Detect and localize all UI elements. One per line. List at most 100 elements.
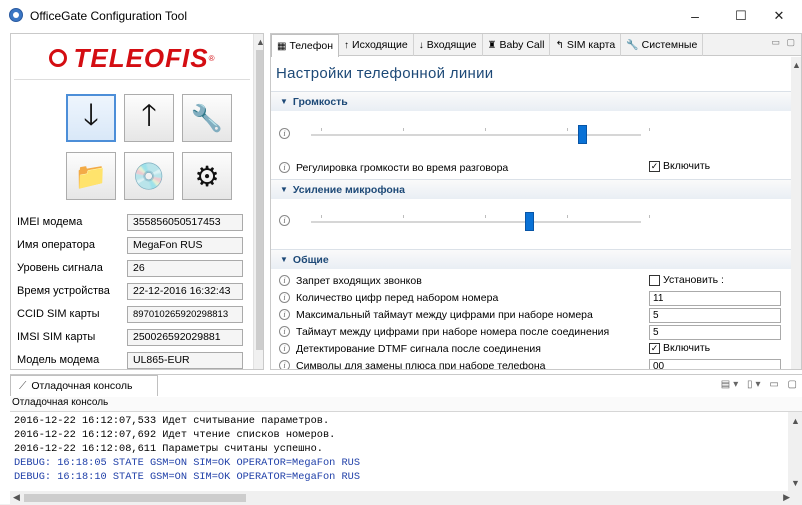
info-icon: i <box>279 292 290 303</box>
info-row-ccid: CCID SIM карты 89701026592029881​3 <box>15 303 251 325</box>
info-icon: i <box>279 326 290 337</box>
info-row-imei: IMEI модема 355856050517453 <box>15 211 251 233</box>
imsi-field[interactable]: 250026592029881 <box>127 328 243 346</box>
disc-button[interactable]: 💿 <box>124 152 174 200</box>
general-row-max-timeout: i Максимальный таймаут между цифрами при… <box>279 306 789 323</box>
folder-button[interactable]: 📁 <box>66 152 116 200</box>
scroll-up-icon[interactable]: ▲ <box>791 416 800 426</box>
tab-system[interactable]: 🔧 Системные <box>621 34 704 56</box>
operator-field[interactable]: MegaFon RUS <box>127 236 243 254</box>
volume-toggle-label: Регулировка громкости во время разговора <box>296 161 509 174</box>
volume-slider-thumb[interactable] <box>577 125 587 144</box>
volume-enable-checkbox[interactable]: ✓ Включить <box>649 160 710 172</box>
setting-label: Таймаут между цифрами при наборе номера … <box>296 325 610 338</box>
log-line: 2016-12-22 16:12:08,611 Параметры считан… <box>14 443 323 455</box>
ccid-field[interactable]: 89701026592029881​3 <box>127 305 243 323</box>
wrench-button[interactable]: 🔧 <box>182 94 232 142</box>
phone-grid-icon: ▦ <box>277 40 287 52</box>
console-toolbar-icons[interactable]: ▤▾ ▯▾ ▭ ▢ <box>721 379 800 390</box>
scroll-right-icon[interactable]: ▶ <box>783 492 790 503</box>
logo-registered-mark: ® <box>208 53 215 63</box>
settings-panel: ▦ Телефон ↑ Исходящие ↓ Входящие ♜ Baby … <box>270 33 802 370</box>
section-title: Усиление микрофона <box>292 183 405 196</box>
tab-baby-call[interactable]: ♜ Baby Call <box>483 34 551 56</box>
settings-button[interactable]: ⚙ <box>182 152 232 200</box>
volume-toggle-row: i Регулировка громкости во время разгово… <box>279 159 789 176</box>
app-icon <box>9 8 23 22</box>
log-line: DEBUG: 16:18:10 STATE GSM=ON SIM=OK OPER… <box>14 471 361 483</box>
log-line: 2016-12-22 16:12:07,692 Идет чтение спис… <box>14 429 336 441</box>
section-title: Общие <box>292 253 329 266</box>
panel-minmax-icon[interactable]: ▭ ▢ <box>771 37 797 48</box>
tab-sim-card[interactable]: ↰ SIM карта <box>550 34 622 56</box>
mic-slider-track[interactable] <box>311 221 641 223</box>
checkbox-unchecked-icon <box>649 274 660 286</box>
info-row-signal: Уровень сигнала 26 <box>15 257 251 279</box>
download-arrow-icon: 🡓 <box>83 98 99 132</box>
tab-label: Исходящие <box>352 39 408 51</box>
info-icon: i <box>279 309 290 320</box>
info-label: IMSI SIM карты <box>17 331 96 343</box>
slider-tick <box>567 128 568 131</box>
modem-model-field[interactable]: UL865-EUR <box>127 351 243 369</box>
wrench-icon: 🔧 <box>626 39 639 51</box>
info-icon: i <box>279 128 290 139</box>
dtmf-enable-checkbox[interactable]: ✓ Включить <box>649 342 710 354</box>
console-output[interactable]: 2016-12-22 16:12:07,533 Идет считывание … <box>10 412 788 491</box>
section-volume-header[interactable]: ▼ Громкость <box>271 91 791 111</box>
outgoing-arrow-icon: ↑ <box>344 39 350 51</box>
settings-scrollbar[interactable]: ▲ <box>791 57 801 369</box>
window-title: OfficeGate Configuration Tool <box>30 9 187 23</box>
download-button[interactable]: 🡓 <box>66 94 116 142</box>
scroll-thumb[interactable] <box>256 50 263 350</box>
max-timeout-input[interactable]: 5 <box>649 308 781 323</box>
signal-field[interactable]: 26 <box>127 259 243 277</box>
info-icon: i <box>279 360 290 369</box>
info-label: Имя оператора <box>17 239 95 251</box>
plus-replace-input[interactable]: 00 <box>649 359 781 369</box>
scroll-left-icon[interactable]: ◀ <box>13 492 20 503</box>
close-button[interactable]: ✕ <box>756 0 802 31</box>
mic-slider-thumb[interactable] <box>524 212 534 231</box>
minimize-button[interactable]: – <box>672 0 718 31</box>
scroll-down-icon[interactable]: ▼ <box>791 478 800 488</box>
section-mic-header[interactable]: ▼ Усиление микрофона <box>271 179 791 199</box>
digit-count-input[interactable]: 11 <box>649 291 781 306</box>
scroll-up-icon[interactable]: ▲ <box>256 37 263 47</box>
tab-debug-console[interactable]: ⟋ Отладочная консоль <box>10 375 158 396</box>
info-label: Модель модема <box>17 354 100 366</box>
info-label: CCID SIM карты <box>17 308 100 320</box>
incoming-arrow-icon: ↓ <box>418 39 424 51</box>
section-general-header[interactable]: ▼ Общие <box>271 249 791 269</box>
block-incoming-checkbox[interactable]: Установить : <box>649 274 724 286</box>
log-line: DEBUG: 16:18:05 STATE GSM=ON SIM=OK OPER… <box>14 457 361 469</box>
slider-tick <box>321 215 322 218</box>
checkbox-label: Включить <box>663 160 711 172</box>
checkbox-label: Включить <box>663 342 711 354</box>
console-vertical-scrollbar[interactable]: ▲ ▼ <box>788 412 802 491</box>
console-heading: Отладочная консоль <box>10 397 802 412</box>
checkbox-label: Установить : <box>663 274 724 286</box>
log-line: 2016-12-22 16:12:07,533 Идет считывание … <box>14 415 330 427</box>
upload-button[interactable]: 🡑 <box>124 94 174 142</box>
general-row-block-incoming: i Запрет входящих звонков Установить : <box>279 272 789 289</box>
gears-icon: ⚙ <box>194 160 220 192</box>
tab-label: Отладочная консоль <box>31 380 133 392</box>
volume-slider-track[interactable] <box>311 134 641 136</box>
tab-incoming[interactable]: ↓ Входящие <box>414 34 483 56</box>
tab-label: Телефон <box>289 40 334 52</box>
tab-phone[interactable]: ▦ Телефон <box>271 34 340 57</box>
info-row-imsi: IMSI SIM карты 250026592029881 <box>15 326 251 348</box>
device-time-field[interactable]: 22-12-2016 16:32:43 <box>127 282 243 300</box>
tab-outgoing[interactable]: ↑ Исходящие <box>339 34 414 56</box>
console-icon: ⟋ <box>19 379 27 392</box>
sim-card-icon: ↰ <box>555 39 564 51</box>
timeout-after-connect-input[interactable]: 5 <box>649 325 781 340</box>
setting-label: Символы для замены плюса при наборе теле… <box>296 359 546 370</box>
imei-field[interactable]: 355856050517453 <box>127 213 243 231</box>
mic-slider-row: i <box>279 206 789 236</box>
console-horizontal-scrollbar[interactable]: ◀ ▶ <box>10 491 802 505</box>
scroll-up-icon[interactable]: ▲ <box>792 60 801 70</box>
scroll-thumb[interactable] <box>24 494 246 502</box>
left-panel-scrollbar[interactable]: ▲ <box>253 34 263 369</box>
